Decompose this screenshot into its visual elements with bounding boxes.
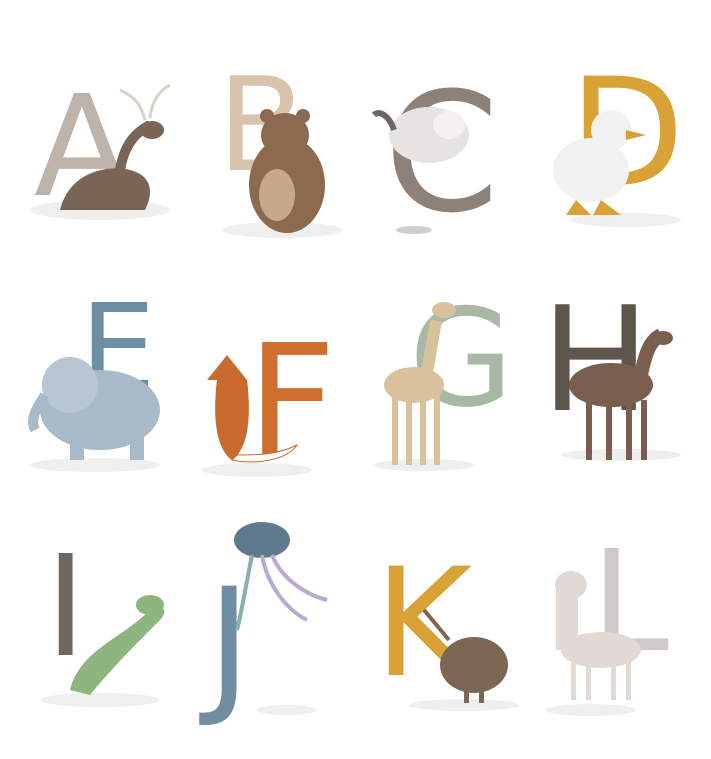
tile-a: A xyxy=(0,20,177,260)
letter-h: H xyxy=(541,276,650,445)
tile-i: I xyxy=(0,500,177,740)
tile-k: K xyxy=(354,500,531,740)
tile-b: B xyxy=(177,20,354,260)
tile-j: J xyxy=(177,500,354,740)
tile-d: D xyxy=(531,20,708,260)
letter-f: F xyxy=(247,311,336,492)
letter-j: J xyxy=(199,557,251,731)
letter-i: I xyxy=(45,526,86,689)
tile-c: C xyxy=(354,20,531,260)
tile-e: E xyxy=(0,260,177,500)
tile-f: F xyxy=(177,260,354,500)
tile-g: G xyxy=(354,260,531,500)
tile-h: H xyxy=(531,260,708,500)
tile-l: L xyxy=(531,500,708,740)
alphabet-poster: A B C xyxy=(0,0,711,759)
